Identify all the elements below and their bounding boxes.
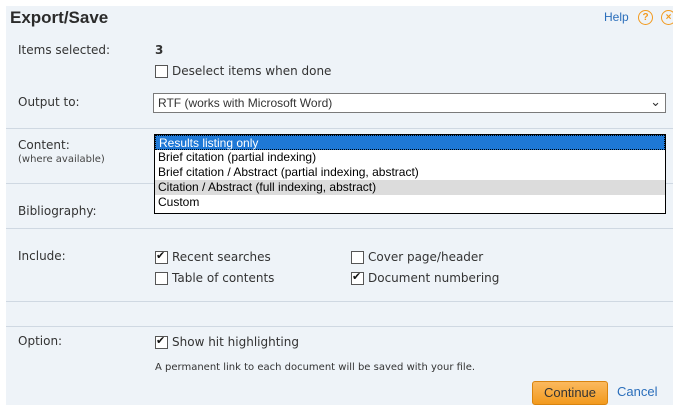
content-sublabel: (where available) <box>18 154 105 165</box>
output-selected-value: RTF (works with Microsoft Word) <box>158 96 333 110</box>
cancel-link[interactable]: Cancel <box>617 384 657 399</box>
page-title: Export/Save <box>10 8 109 27</box>
deselect-label: Deselect items when done <box>172 64 332 78</box>
table-of-contents-label: Table of contents <box>172 271 275 285</box>
content-option-results-listing[interactable]: Results listing only <box>155 135 665 150</box>
include-label: Include: <box>18 249 66 263</box>
deselect-checkbox[interactable] <box>155 65 168 78</box>
content-option-custom[interactable]: Custom <box>155 195 665 210</box>
content-label: Content: <box>18 138 70 152</box>
output-select[interactable]: RTF (works with Microsoft Word) ⌄ <box>153 93 666 113</box>
show-hit-highlighting-checkbox[interactable] <box>155 334 168 349</box>
content-option-citation-abstract[interactable]: Citation / Abstract (full indexing, abst… <box>155 180 665 195</box>
show-hit-highlighting-label: Show hit highlighting <box>172 335 299 349</box>
divider <box>6 326 673 327</box>
recent-searches-label: Recent searches <box>172 250 271 264</box>
divider <box>6 301 673 302</box>
document-numbering-checkbox[interactable] <box>351 270 364 285</box>
content-option-brief-citation-abstract[interactable]: Brief citation / Abstract (partial index… <box>155 165 665 180</box>
chevron-down-icon: ⌄ <box>650 94 661 109</box>
content-listbox[interactable]: Results listing only Brief citation (par… <box>154 134 666 214</box>
document-numbering-label: Document numbering <box>368 271 500 285</box>
divider <box>6 128 673 129</box>
help-icon[interactable]: ? <box>638 10 653 25</box>
cover-page-checkbox[interactable] <box>351 251 364 264</box>
help-link[interactable]: Help <box>604 10 629 24</box>
recent-searches-checkbox[interactable] <box>155 249 168 264</box>
content-option-brief-citation[interactable]: Brief citation (partial indexing) <box>155 150 665 165</box>
items-selected-label: Items selected: <box>18 43 111 57</box>
option-label: Option: <box>18 334 63 348</box>
table-of-contents-checkbox[interactable] <box>155 272 168 285</box>
cover-page-label: Cover page/header <box>368 250 484 264</box>
bibliography-label: Bibliography: <box>18 204 97 218</box>
output-label: Output to: <box>18 95 80 109</box>
permanent-link-note: A permanent link to each document will b… <box>155 362 476 373</box>
continue-button[interactable]: Continue <box>532 381 608 405</box>
items-selected-count: 3 <box>155 43 164 57</box>
divider <box>6 228 673 229</box>
close-icon[interactable]: × <box>661 10 673 25</box>
